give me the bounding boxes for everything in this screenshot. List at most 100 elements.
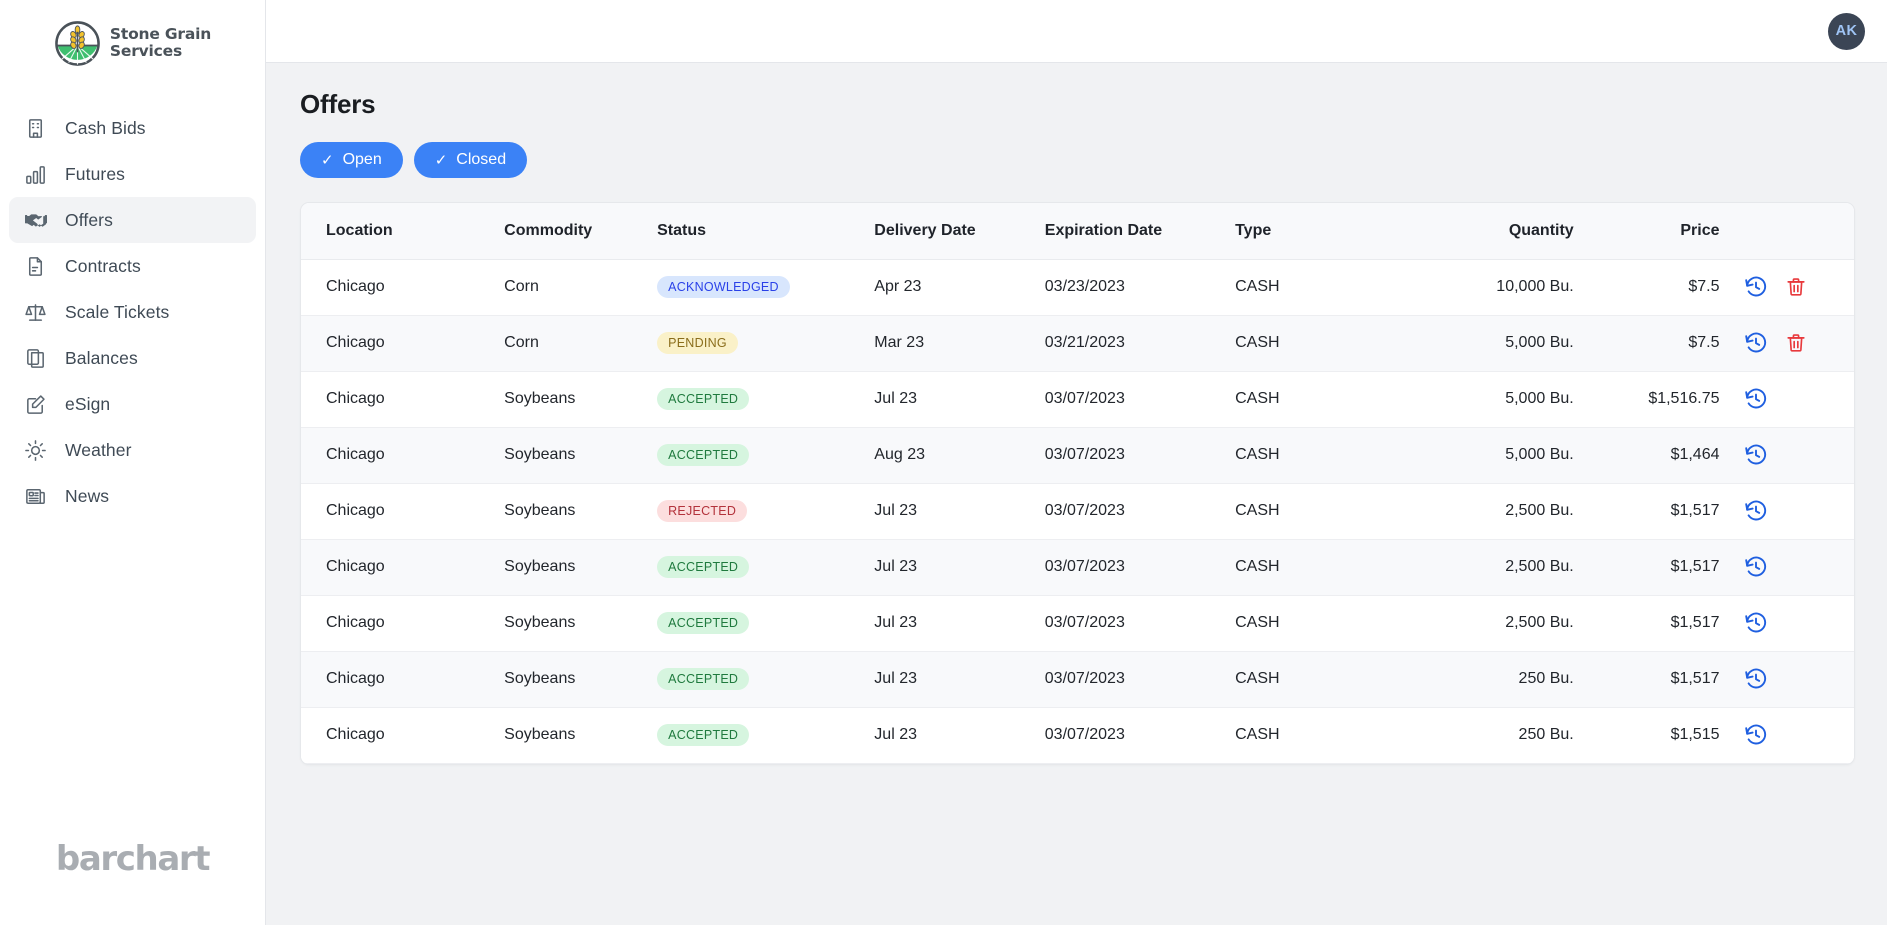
pencil-square-icon (23, 392, 48, 417)
cell-location: Chicago (301, 427, 505, 484)
cell-quantity: 10,000 Bu. (1375, 259, 1574, 316)
newspaper-icon (23, 484, 48, 509)
filter-chip-label: Open (342, 151, 382, 168)
cell-delivery-date: Aug 23 (874, 427, 1045, 484)
sidebar-item-label: News (65, 485, 110, 506)
cell-actions (1725, 427, 1854, 484)
sidebar-item-balances[interactable]: Balances (9, 335, 256, 381)
sidebar-item-label: Balances (65, 347, 138, 368)
cell-actions (1725, 483, 1854, 540)
column-header-actions (1725, 203, 1854, 260)
cell-commodity: Soybeans (504, 371, 658, 428)
cell-actions (1725, 371, 1854, 428)
cell-price: $7.5 (1573, 315, 1726, 372)
table-row[interactable]: Chicago Soybeans REJECTED Jul 23 03/07/2023 C… (301, 483, 1854, 540)
status-badge: ACCEPTED (657, 723, 750, 747)
status-badge: REJECTED (657, 499, 748, 523)
check-icon: ✓ (434, 151, 448, 169)
cell-expiration-date: 03/07/2023 (1044, 427, 1236, 484)
sidebar-item-offers[interactable]: Offers (9, 197, 256, 243)
history-clock-icon[interactable] (1744, 723, 1768, 747)
filter-chip-group: ✓ Open ✓ Closed (300, 142, 1855, 178)
cell-type: CASH (1235, 371, 1376, 428)
avatar[interactable]: AK (1828, 12, 1865, 50)
filter-chip-open[interactable]: ✓ Open (300, 142, 403, 178)
filter-chip-closed[interactable]: ✓ Closed (413, 142, 528, 178)
sidebar-item-esign[interactable]: eSign (9, 381, 256, 427)
history-clock-icon[interactable] (1744, 667, 1768, 691)
history-clock-icon[interactable] (1744, 387, 1768, 411)
cell-location: Chicago (301, 595, 505, 652)
cell-actions (1725, 315, 1854, 372)
cell-location: Chicago (301, 259, 505, 316)
column-header-type[interactable]: Type (1235, 203, 1376, 260)
history-clock-icon[interactable] (1744, 275, 1768, 299)
trash-icon[interactable] (1785, 276, 1807, 298)
column-header-quantity[interactable]: Quantity (1375, 203, 1574, 260)
row-actions (1726, 275, 1855, 299)
status-badge: ACCEPTED (657, 387, 750, 411)
building-icon (23, 116, 48, 141)
table-row[interactable]: Chicago Soybeans ACCEPTED Jul 23 03/07/2023 C… (301, 539, 1855, 596)
status-badge: ACCEPTED (657, 611, 750, 635)
table-row[interactable]: Chicago Corn ACKNOWLEDGED Apr 23 03/23/2023 C… (301, 259, 1855, 316)
sidebar-item-label: eSign (65, 393, 111, 414)
cell-type: CASH (1235, 595, 1376, 652)
table-row[interactable]: Chicago Soybeans ACCEPTED Jul 23 03/07/2023 C… (301, 707, 1854, 764)
table-row[interactable]: Chicago Soybeans ACCEPTED Jul 23 03/07/2023 C… (301, 651, 1854, 708)
cell-price: $1,517 (1573, 539, 1726, 596)
column-header-commodity[interactable]: Commodity (504, 203, 658, 260)
brand-logo[interactable]: Stone Grain Services (0, 0, 265, 82)
sidebar-item-futures[interactable]: Futures (9, 151, 256, 197)
table-row[interactable]: Chicago Corn PENDING Mar 23 03/21/2023 CASH 5,… (301, 315, 1854, 372)
trash-icon[interactable] (1785, 332, 1807, 354)
cell-quantity: 2,500 Bu. (1375, 539, 1574, 596)
cell-commodity: Corn (504, 259, 658, 316)
sidebar-item-cash-bids[interactable]: Cash Bids (9, 105, 256, 151)
sidebar-footer: barchart (0, 839, 265, 879)
cell-delivery-date: Jul 23 (874, 371, 1045, 428)
sidebar-item-label: Cash Bids (65, 117, 146, 138)
cell-price: $7.5 (1573, 259, 1726, 316)
table-row[interactable]: Chicago Soybeans ACCEPTED Jul 23 03/07/2023 C… (301, 371, 1854, 428)
sidebar-nav: Cash Bids Futures Offers Contracts Scale Tic… (0, 105, 265, 519)
history-clock-icon[interactable] (1744, 443, 1768, 467)
cell-type: CASH (1235, 259, 1376, 316)
brand-name-line2: Services (109, 42, 182, 60)
column-header-status[interactable]: Status (657, 203, 875, 260)
sidebar-item-label: Weather (65, 439, 132, 460)
sidebar-item-contracts[interactable]: Contracts (9, 243, 256, 289)
sidebar-item-label: Offers (65, 209, 113, 230)
cell-price: $1,464 (1573, 427, 1726, 484)
sidebar-item-news[interactable]: News (9, 473, 256, 519)
cell-expiration-date: 03/23/2023 (1044, 259, 1236, 316)
cell-quantity: 5,000 Bu. (1375, 427, 1574, 484)
column-header-location[interactable]: Location (301, 203, 505, 260)
check-icon: ✓ (321, 151, 334, 169)
column-header-price[interactable]: Price (1573, 203, 1726, 260)
history-clock-icon[interactable] (1744, 499, 1768, 523)
cell-quantity: 2,500 Bu. (1375, 483, 1574, 540)
sidebar-item-scale-tickets[interactable]: Scale Tickets (9, 289, 256, 335)
cell-actions (1725, 595, 1855, 652)
cell-quantity: 2,500 Bu. (1375, 595, 1574, 652)
cell-status: ACCEPTED (657, 595, 875, 652)
cell-commodity: Corn (504, 315, 658, 372)
cell-status: ACCEPTED (657, 371, 875, 428)
sidebar-item-label: Futures (65, 163, 126, 184)
row-actions (1726, 555, 1855, 579)
row-actions (1726, 611, 1855, 635)
history-clock-icon[interactable] (1744, 331, 1768, 355)
cell-type: CASH (1235, 483, 1376, 540)
column-header-delivery-date[interactable]: Delivery Date (874, 203, 1045, 260)
column-header-expiration-date[interactable]: Expiration Date (1044, 203, 1236, 260)
table-row[interactable]: Chicago Soybeans ACCEPTED Aug 23 03/07/2023 C… (301, 427, 1854, 484)
sidebar: Stone Grain Services Cash Bids Futures Off… (0, 0, 266, 925)
history-clock-icon[interactable] (1744, 611, 1768, 635)
sidebar-item-weather[interactable]: Weather (9, 427, 256, 473)
history-clock-icon[interactable] (1744, 555, 1768, 579)
table-row[interactable]: Chicago Soybeans ACCEPTED Jul 23 03/07/2023 C… (301, 595, 1855, 652)
table-header-row: Location Commodity Status Delivery Date Expi… (301, 203, 1854, 260)
cell-type: CASH (1235, 315, 1376, 372)
handshake-icon (23, 208, 48, 233)
